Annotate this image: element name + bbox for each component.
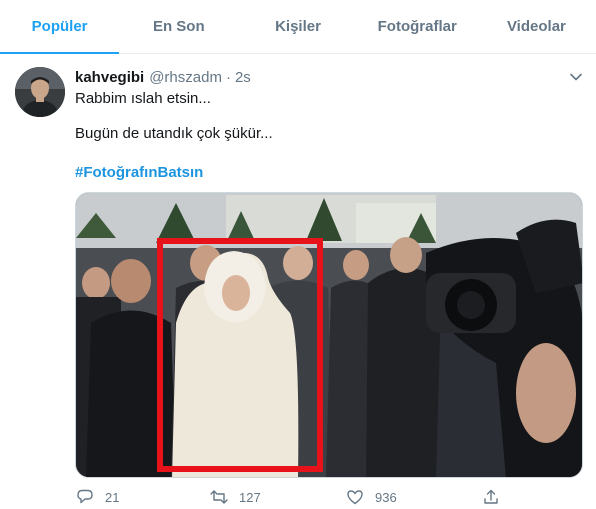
- tab-videos[interactable]: Videolar: [477, 0, 596, 53]
- tab-photos[interactable]: Fotoğraflar: [358, 0, 477, 53]
- chevron-down-icon[interactable]: [566, 67, 586, 87]
- photo-image: [76, 193, 582, 477]
- avatar-image: [15, 67, 65, 117]
- tab-latest[interactable]: En Son: [119, 0, 238, 53]
- tweet[interactable]: kahvegibi @rhszadm · 2s Rabbim ıslah ets…: [0, 55, 596, 509]
- like-icon: [345, 487, 365, 507]
- username[interactable]: @rhszadm: [149, 69, 222, 86]
- tweet-photo[interactable]: [75, 192, 583, 478]
- reply-count: 21: [105, 489, 120, 505]
- tab-people[interactable]: Kişiler: [238, 0, 357, 53]
- share-icon: [481, 487, 501, 507]
- tweet-actions: 21 127 936: [75, 483, 583, 509]
- retweet-icon: [209, 487, 229, 507]
- tab-popular[interactable]: Popüler: [0, 0, 120, 54]
- tweet-text-line-1: Rabbim ıslah etsin...: [75, 90, 211, 107]
- share-button[interactable]: [481, 483, 501, 509]
- separator-dot: ·: [225, 68, 231, 86]
- like-button[interactable]: 936: [345, 483, 397, 509]
- hashtag-link[interactable]: #FotoğrafınBatsın: [75, 164, 203, 181]
- search-tabs: Popüler En Son Kişiler Fotoğraflar Video…: [0, 0, 596, 54]
- tweet-text-line-2: Bugün de utandık çok şükür...: [75, 125, 273, 142]
- reply-icon: [75, 487, 95, 507]
- like-count: 936: [375, 489, 397, 505]
- timestamp[interactable]: 2s: [235, 69, 251, 86]
- avatar[interactable]: [15, 67, 65, 117]
- reply-button[interactable]: 21: [75, 483, 119, 509]
- tweet-header: kahvegibi @rhszadm · 2s: [75, 67, 251, 87]
- display-name[interactable]: kahvegibi: [75, 69, 144, 86]
- retweet-count: 127: [239, 489, 261, 505]
- retweet-button[interactable]: 127: [209, 483, 261, 509]
